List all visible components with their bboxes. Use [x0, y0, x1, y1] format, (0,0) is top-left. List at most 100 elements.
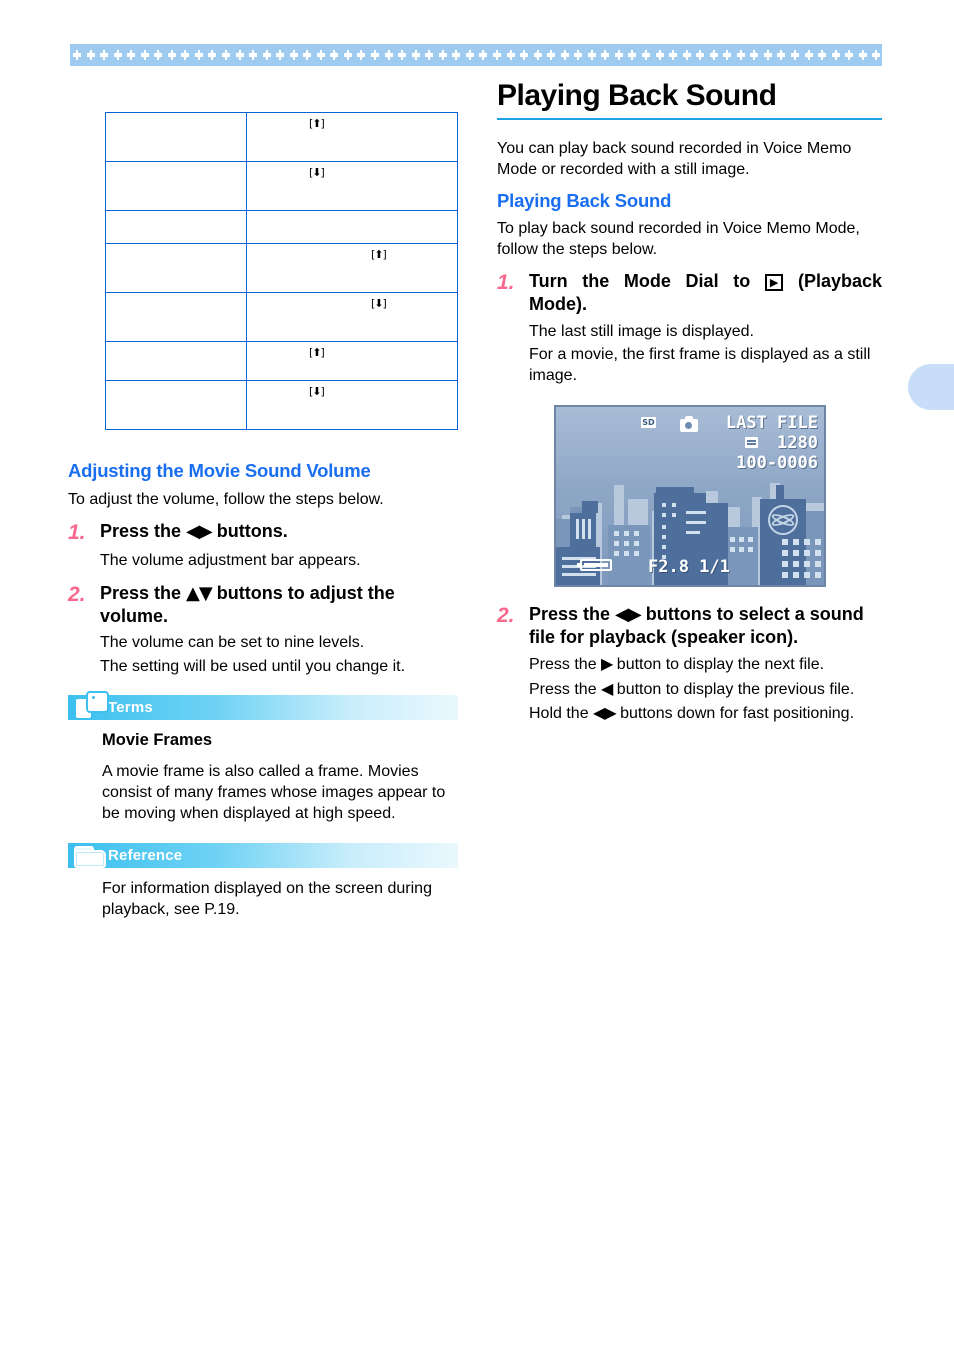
band-motif: [641, 50, 650, 60]
step-1-number-left: 1.: [68, 521, 86, 545]
band-motif: [100, 50, 109, 60]
band-motif: [574, 50, 583, 60]
step-1-title-left: Press the ◀▶ buttons.: [100, 520, 458, 546]
step-2-number-left: 2.: [68, 582, 86, 606]
s2-l2-pre: Press the: [529, 680, 602, 698]
step-2-body-line-2-right: Press the ◀ button to display the previo…: [529, 678, 882, 700]
band-motif: [492, 50, 501, 60]
band-motif: [506, 50, 515, 60]
table-cell-right: [⬆]: [246, 341, 458, 381]
band-motif: [763, 50, 772, 60]
step-1-body-left: The volume adjustment bar appears.: [100, 550, 458, 571]
left-column: [⬆] [⬇] [⬆] [⬇] [⬆] [⬇] Adjusting the Movie S…: [68, 112, 458, 920]
table-cell-left: [105, 292, 247, 342]
table-row: [⬆]: [105, 112, 458, 162]
left-right-arrow-icon-step2: ◀▶: [615, 603, 642, 625]
step-1-title-post-left: buttons.: [211, 521, 288, 542]
sd-card-icon: SD: [641, 416, 656, 428]
aperture-shutter-label: F2.8 1/1: [648, 556, 730, 577]
band-motif: [723, 50, 732, 60]
page-title: Playing Back Sound: [497, 79, 777, 112]
band-motif: [520, 50, 529, 60]
table-row: [⬇]: [105, 292, 458, 342]
band-motif: [818, 50, 827, 60]
terms-term-text: A movie frame is also called a frame. Mo…: [102, 762, 446, 823]
step-1-title-right: Turn the Mode Dial to ▶ (Playback Mode).: [529, 270, 882, 317]
band-motif: [127, 50, 136, 60]
globe-logo-icon: [768, 504, 798, 535]
speech-bubbles-icon: [68, 690, 109, 720]
bracketed-arrow-icon: [⬆]: [309, 346, 325, 359]
band-motif: [194, 50, 203, 60]
band-motif: [628, 50, 637, 60]
title-rule: [497, 117, 882, 120]
folder-icon: [68, 843, 108, 868]
left-right-arrow-icon: ◀▶: [186, 521, 213, 543]
terms-callout-body: Movie Frames A movie frame is also calle…: [102, 730, 458, 825]
band-motif: [276, 50, 285, 60]
step-2-title-pre-right: Press the: [529, 603, 616, 624]
step-2-title-right: Press the ◀▶ buttons to select a sound f…: [529, 603, 882, 650]
table-cell-right: [246, 210, 458, 244]
band-motif: [73, 50, 81, 60]
band-motif: [682, 50, 691, 60]
band-motif: [750, 50, 759, 60]
step-1-number-right: 1.: [497, 270, 515, 294]
band-motif: [655, 50, 664, 60]
step-2-body-left: The volume can be set to nine levels. Th…: [100, 632, 458, 677]
band-motif: [411, 50, 420, 60]
band-motif: [316, 50, 325, 60]
s2-l1-post: button to display the next file.: [612, 656, 825, 674]
left-right-arrow-icon-hold: ◀▶: [593, 702, 617, 722]
step-2-title-pre-left: Press the: [100, 582, 187, 603]
band-motif: [831, 50, 840, 60]
band-motif: [709, 50, 718, 60]
step-2-title-left: Press the ▲▼ buttons to adjust the volum…: [100, 582, 458, 629]
band-motif: [357, 50, 366, 60]
top-band-motifs: [70, 44, 882, 66]
band-motif: [696, 50, 705, 60]
up-down-arrow-icon: ▲▼: [186, 582, 213, 604]
table-cell-left: [105, 161, 247, 211]
band-motif: [533, 50, 542, 60]
table-row: [105, 210, 458, 244]
table-cell-right: [⬇]: [246, 161, 458, 211]
step-1-body-line-1-left: The volume adjustment bar appears.: [100, 552, 361, 570]
last-file-label: LAST FILE: [725, 412, 818, 433]
band-motif: [425, 50, 434, 60]
band-motif: [736, 50, 745, 60]
bracketed-arrow-icon: [⬆]: [371, 248, 387, 261]
lcd-display: SD LAST FILE 1280 100-0006 F2.8 1/1: [556, 406, 824, 585]
band-motif: [154, 50, 163, 60]
band-motif: [547, 50, 556, 60]
band-motif: [86, 50, 95, 60]
band-motif: [235, 50, 244, 60]
table-cell-left: [105, 112, 247, 162]
table-cell-right: [⬇]: [246, 292, 458, 342]
band-motif: [560, 50, 569, 60]
section-heading-adjusting-volume: Adjusting the Movie Sound Volume: [68, 460, 371, 481]
right-arrow-icon: ▶: [601, 654, 613, 674]
step-2-body-right: Press the ▶ button to display the next f…: [529, 653, 882, 724]
band-motif: [249, 50, 258, 60]
band-motif: [804, 50, 813, 60]
band-motif: [262, 50, 271, 60]
section-heading-playing-back-sound: Playing Back Sound: [497, 189, 672, 211]
table-cell-right: [⬆]: [246, 112, 458, 162]
bracketed-arrow-icon: [⬆]: [309, 117, 325, 130]
band-motif: [601, 50, 610, 60]
table-cell-right: [⬇]: [246, 380, 458, 430]
page-intro: You can play back sound recorded in Voic…: [497, 139, 852, 178]
image-quality-icon: [745, 436, 758, 448]
decorative-top-band: [70, 44, 882, 66]
s2-l3-post: buttons down for fast positioning.: [615, 704, 855, 722]
reference-text: For information displayed on the screen …: [102, 879, 432, 918]
step-1-right: 1. Turn the Mode Dial to ▶ (Playback Mod…: [497, 270, 882, 317]
section-intro: To play back sound recorded in Voice Mem…: [497, 219, 860, 258]
band-motif: [465, 50, 474, 60]
step-2-body-line-1-right: Press the ▶ button to display the next f…: [529, 653, 882, 675]
band-motif: [452, 50, 461, 60]
step-2-right: 2. Press the ◀▶ buttons to select a soun…: [497, 603, 882, 650]
band-motif: [438, 50, 447, 60]
band-motif: [181, 50, 190, 60]
